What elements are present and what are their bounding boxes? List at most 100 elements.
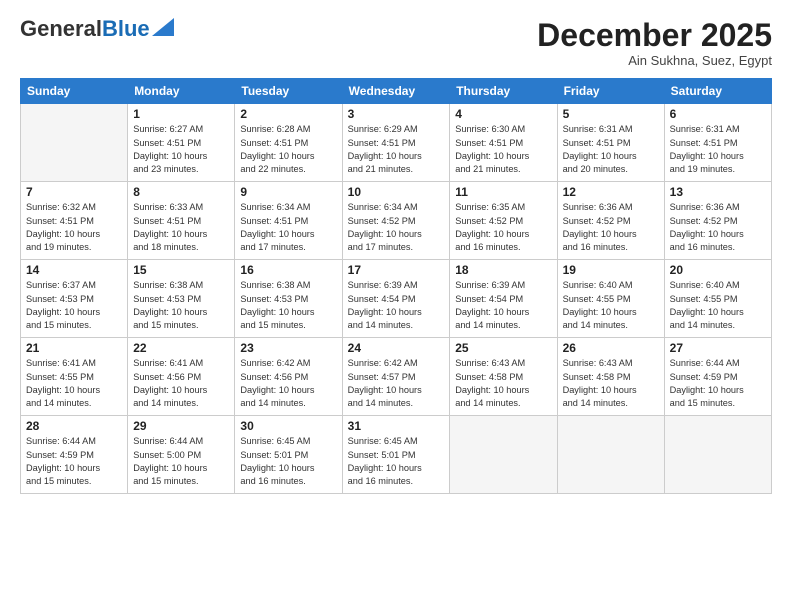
week-row-2: 14 Sunrise: 6:37 AMSunset: 4:53 PMDayligh… [21, 260, 772, 338]
week-row-3: 21 Sunrise: 6:41 AMSunset: 4:55 PMDayligh… [21, 338, 772, 416]
logo-icon [152, 18, 174, 36]
col-header-thursday: Thursday [450, 79, 557, 104]
day-cell: 9 Sunrise: 6:34 AMSunset: 4:51 PMDaylight… [235, 182, 342, 260]
day-info: Sunrise: 6:36 AMSunset: 4:52 PMDaylight:… [563, 201, 659, 254]
day-cell: 29 Sunrise: 6:44 AMSunset: 5:00 PMDayligh… [128, 416, 235, 494]
day-number: 10 [348, 185, 445, 199]
day-cell: 8 Sunrise: 6:33 AMSunset: 4:51 PMDaylight… [128, 182, 235, 260]
day-cell: 25 Sunrise: 6:43 AMSunset: 4:58 PMDayligh… [450, 338, 557, 416]
day-cell: 14 Sunrise: 6:37 AMSunset: 4:53 PMDayligh… [21, 260, 128, 338]
day-cell: 28 Sunrise: 6:44 AMSunset: 4:59 PMDayligh… [21, 416, 128, 494]
day-number: 18 [455, 263, 551, 277]
day-number: 11 [455, 185, 551, 199]
day-number: 23 [240, 341, 336, 355]
day-cell [664, 416, 771, 494]
col-header-friday: Friday [557, 79, 664, 104]
day-info: Sunrise: 6:44 AMSunset: 4:59 PMDaylight:… [670, 357, 766, 410]
day-number: 19 [563, 263, 659, 277]
week-row-4: 28 Sunrise: 6:44 AMSunset: 4:59 PMDayligh… [21, 416, 772, 494]
day-info: Sunrise: 6:34 AMSunset: 4:51 PMDaylight:… [240, 201, 336, 254]
day-number: 1 [133, 107, 229, 121]
day-info: Sunrise: 6:40 AMSunset: 4:55 PMDaylight:… [563, 279, 659, 332]
day-info: Sunrise: 6:30 AMSunset: 4:51 PMDaylight:… [455, 123, 551, 176]
day-number: 31 [348, 419, 445, 433]
title-block: December 2025 Ain Sukhna, Suez, Egypt [537, 18, 772, 68]
day-info: Sunrise: 6:33 AMSunset: 4:51 PMDaylight:… [133, 201, 229, 254]
day-number: 30 [240, 419, 336, 433]
day-info: Sunrise: 6:41 AMSunset: 4:55 PMDaylight:… [26, 357, 122, 410]
day-info: Sunrise: 6:28 AMSunset: 4:51 PMDaylight:… [240, 123, 336, 176]
month-title: December 2025 [537, 18, 772, 53]
day-number: 28 [26, 419, 122, 433]
day-cell: 12 Sunrise: 6:36 AMSunset: 4:52 PMDayligh… [557, 182, 664, 260]
day-info: Sunrise: 6:34 AMSunset: 4:52 PMDaylight:… [348, 201, 445, 254]
day-cell: 15Sunrise: 6:38 AMSunset: 4:53 PMDayligh… [128, 260, 235, 338]
logo-text: GeneralBlue [20, 18, 150, 40]
day-number: 6 [670, 107, 766, 121]
day-number: 9 [240, 185, 336, 199]
day-cell: 30 Sunrise: 6:45 AMSunset: 5:01 PMDayligh… [235, 416, 342, 494]
day-info: Sunrise: 6:37 AMSunset: 4:53 PMDaylight:… [26, 279, 122, 332]
day-cell: 16Sunrise: 6:38 AMSunset: 4:53 PMDayligh… [235, 260, 342, 338]
day-info: Sunrise: 6:44 AMSunset: 4:59 PMDaylight:… [26, 435, 122, 488]
day-cell: 5Sunrise: 6:31 AMSunset: 4:51 PMDaylight… [557, 104, 664, 182]
week-row-0: 1 Sunrise: 6:27 AMSunset: 4:51 PMDaylight… [21, 104, 772, 182]
day-info: Sunrise: 6:38 AMSunset: 4:53 PMDaylight:… [133, 279, 229, 332]
col-header-tuesday: Tuesday [235, 79, 342, 104]
day-cell: 1 Sunrise: 6:27 AMSunset: 4:51 PMDaylight… [128, 104, 235, 182]
calendar-header-row: SundayMondayTuesdayWednesdayThursdayFrid… [21, 79, 772, 104]
day-number: 21 [26, 341, 122, 355]
day-info: Sunrise: 6:27 AMSunset: 4:51 PMDaylight:… [133, 123, 229, 176]
day-number: 27 [670, 341, 766, 355]
day-info: Sunrise: 6:42 AMSunset: 4:57 PMDaylight:… [348, 357, 445, 410]
col-header-saturday: Saturday [664, 79, 771, 104]
day-number: 8 [133, 185, 229, 199]
day-number: 29 [133, 419, 229, 433]
day-number: 7 [26, 185, 122, 199]
day-cell: 4 Sunrise: 6:30 AMSunset: 4:51 PMDaylight… [450, 104, 557, 182]
day-number: 17 [348, 263, 445, 277]
page: GeneralBlue December 2025 Ain Sukhna, Su… [0, 0, 792, 612]
col-header-sunday: Sunday [21, 79, 128, 104]
day-number: 26 [563, 341, 659, 355]
day-info: Sunrise: 6:44 AMSunset: 5:00 PMDaylight:… [133, 435, 229, 488]
day-cell: 11 Sunrise: 6:35 AMSunset: 4:52 PMDayligh… [450, 182, 557, 260]
day-cell: 24 Sunrise: 6:42 AMSunset: 4:57 PMDayligh… [342, 338, 450, 416]
location-subtitle: Ain Sukhna, Suez, Egypt [537, 53, 772, 68]
day-info: Sunrise: 6:29 AMSunset: 4:51 PMDaylight:… [348, 123, 445, 176]
day-info: Sunrise: 6:43 AMSunset: 4:58 PMDaylight:… [563, 357, 659, 410]
day-info: Sunrise: 6:43 AMSunset: 4:58 PMDaylight:… [455, 357, 551, 410]
day-info: Sunrise: 6:39 AMSunset: 4:54 PMDaylight:… [455, 279, 551, 332]
logo: GeneralBlue [20, 18, 174, 40]
week-row-1: 7Sunrise: 6:32 AMSunset: 4:51 PMDaylight… [21, 182, 772, 260]
day-info: Sunrise: 6:39 AMSunset: 4:54 PMDaylight:… [348, 279, 445, 332]
day-cell: 23Sunrise: 6:42 AMSunset: 4:56 PMDayligh… [235, 338, 342, 416]
day-number: 5 [563, 107, 659, 121]
day-cell: 3 Sunrise: 6:29 AMSunset: 4:51 PMDaylight… [342, 104, 450, 182]
day-cell: 17 Sunrise: 6:39 AMSunset: 4:54 PMDayligh… [342, 260, 450, 338]
day-number: 3 [348, 107, 445, 121]
day-cell: 20Sunrise: 6:40 AMSunset: 4:55 PMDayligh… [664, 260, 771, 338]
header: GeneralBlue December 2025 Ain Sukhna, Su… [20, 18, 772, 68]
day-number: 24 [348, 341, 445, 355]
day-cell: 6 Sunrise: 6:31 AMSunset: 4:51 PMDaylight… [664, 104, 771, 182]
day-info: Sunrise: 6:35 AMSunset: 4:52 PMDaylight:… [455, 201, 551, 254]
day-number: 22 [133, 341, 229, 355]
col-header-monday: Monday [128, 79, 235, 104]
day-cell [557, 416, 664, 494]
day-number: 14 [26, 263, 122, 277]
day-info: Sunrise: 6:45 AMSunset: 5:01 PMDaylight:… [240, 435, 336, 488]
day-number: 25 [455, 341, 551, 355]
day-cell: 7Sunrise: 6:32 AMSunset: 4:51 PMDaylight… [21, 182, 128, 260]
day-cell: 18 Sunrise: 6:39 AMSunset: 4:54 PMDayligh… [450, 260, 557, 338]
day-info: Sunrise: 6:31 AMSunset: 4:51 PMDaylight:… [670, 123, 766, 176]
day-number: 2 [240, 107, 336, 121]
day-cell [21, 104, 128, 182]
calendar-table: SundayMondayTuesdayWednesdayThursdayFrid… [20, 78, 772, 494]
day-info: Sunrise: 6:40 AMSunset: 4:55 PMDaylight:… [670, 279, 766, 332]
day-cell: 22Sunrise: 6:41 AMSunset: 4:56 PMDayligh… [128, 338, 235, 416]
day-number: 4 [455, 107, 551, 121]
col-header-wednesday: Wednesday [342, 79, 450, 104]
day-cell: 10 Sunrise: 6:34 AMSunset: 4:52 PMDayligh… [342, 182, 450, 260]
day-number: 12 [563, 185, 659, 199]
